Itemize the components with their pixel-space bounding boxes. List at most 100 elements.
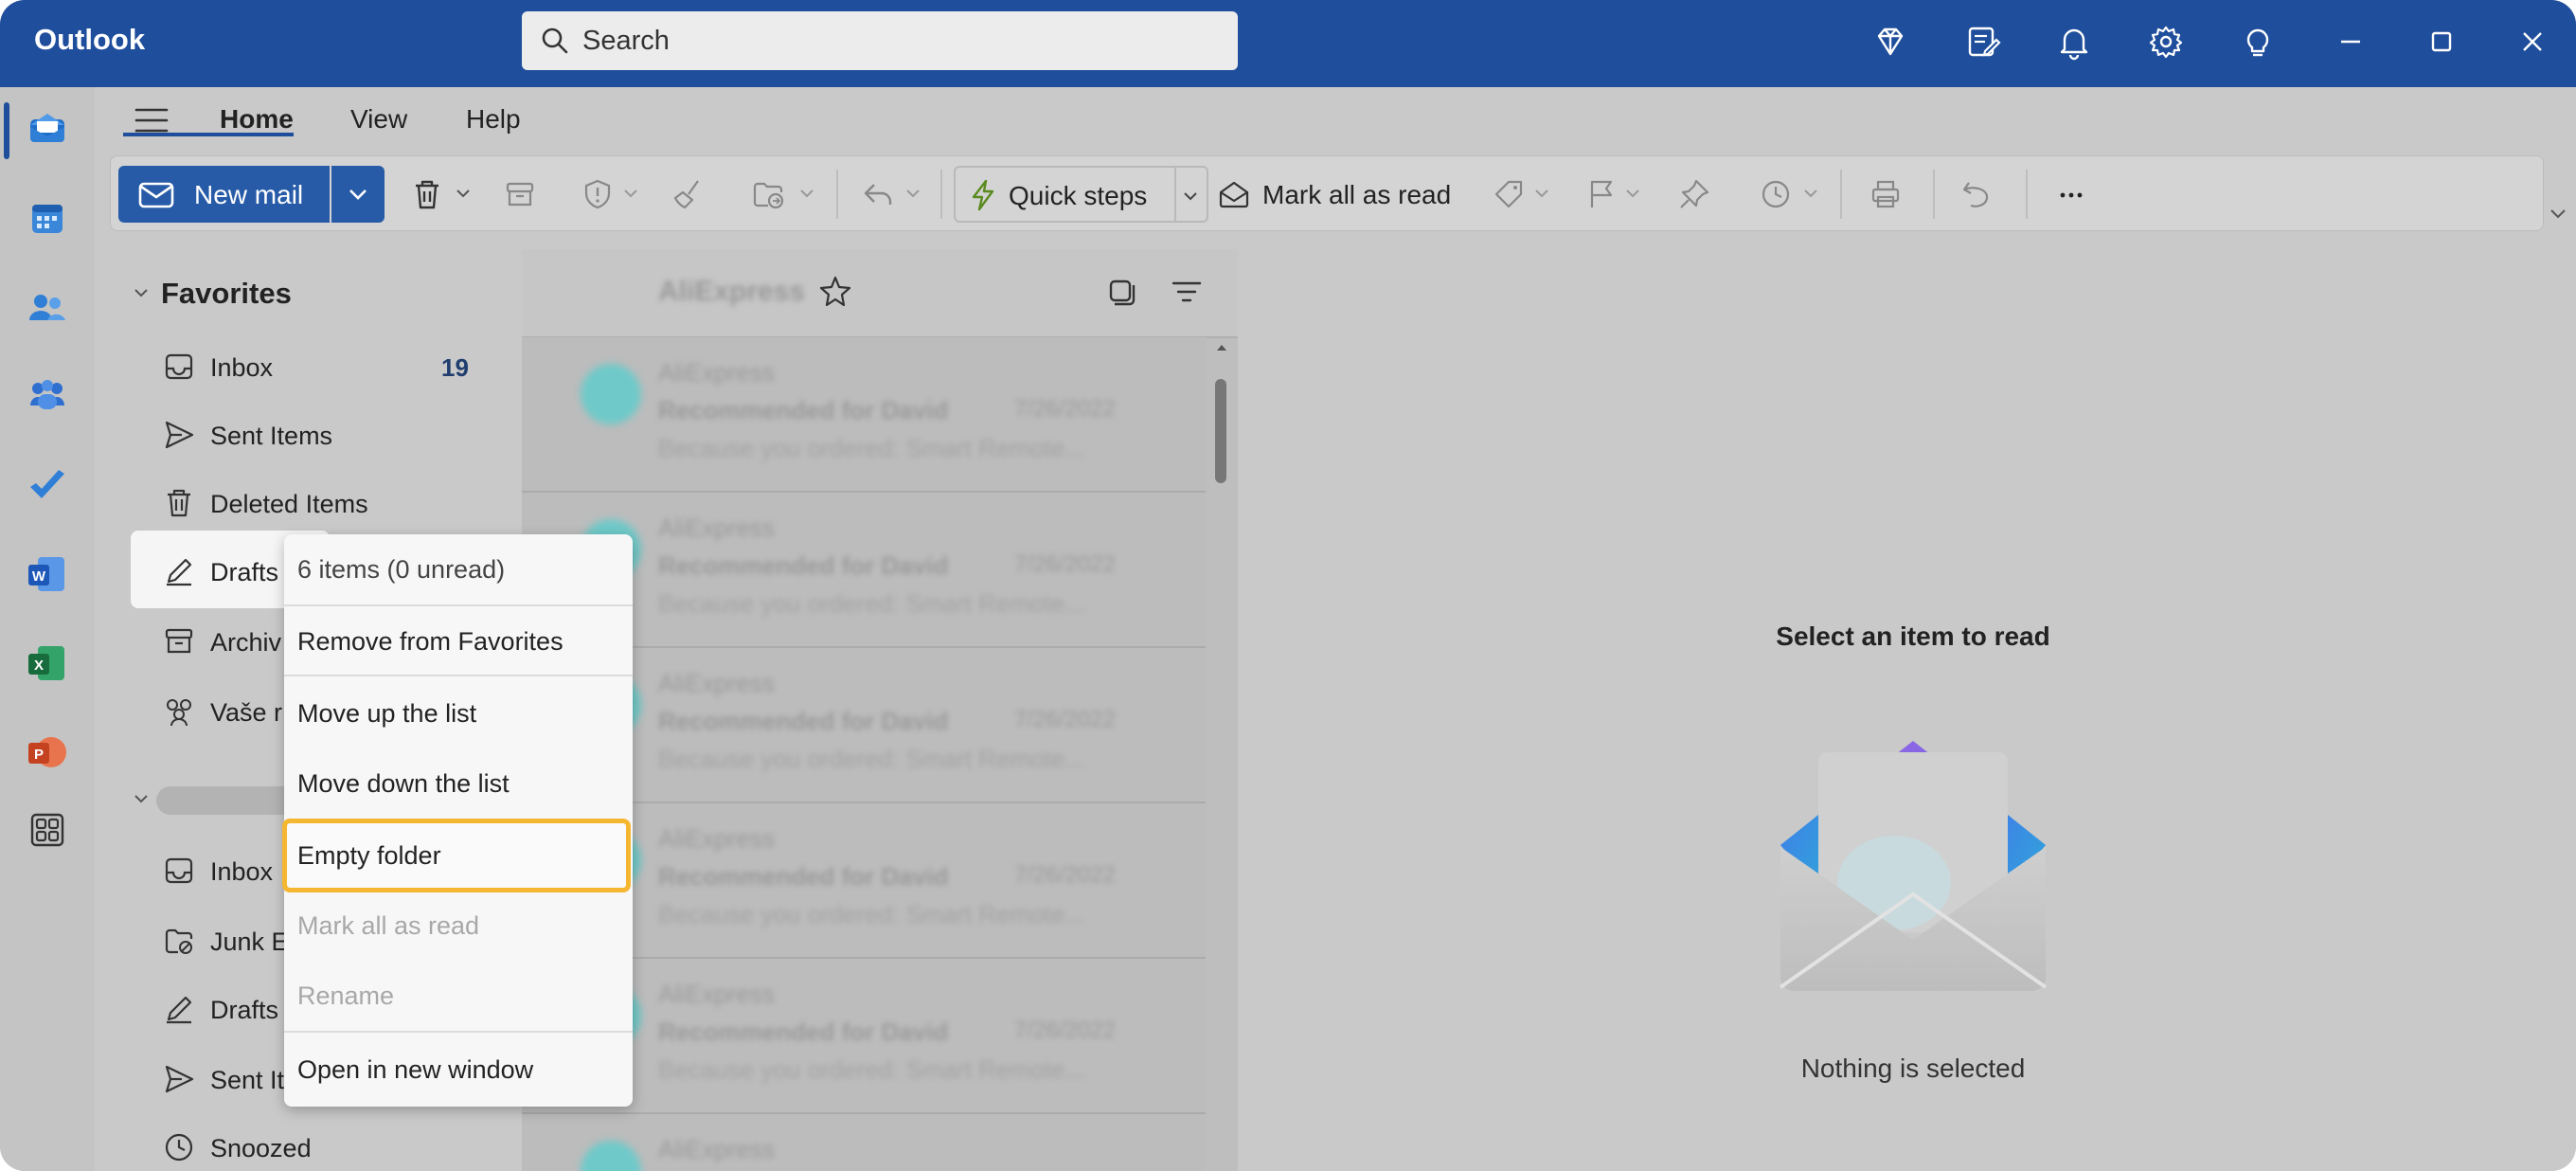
report-shield-icon[interactable] — [581, 177, 615, 211]
chevron-down-icon[interactable] — [455, 185, 472, 202]
scroll-up-icon[interactable] — [1216, 343, 1227, 352]
maximize-icon[interactable] — [2423, 23, 2460, 61]
chevron-down-icon[interactable] — [798, 185, 815, 202]
folder-label: Drafts — [210, 996, 279, 1024]
message-subject: Recommended for David — [658, 1018, 949, 1046]
tab-view[interactable]: View — [350, 104, 407, 135]
tab-home[interactable]: Home — [220, 104, 294, 135]
inbox-icon — [165, 857, 193, 884]
ribbon-separator — [2026, 170, 2028, 219]
chevron-down-icon[interactable] — [131, 282, 152, 303]
favorite-folder-drafts[interactable]: Drafts — [131, 542, 292, 599]
menu-item-remove-from-favorites[interactable]: Remove from Favorites — [297, 627, 564, 657]
delete-icon[interactable] — [410, 177, 444, 211]
ribbon-separator — [940, 170, 942, 219]
folder-label: Deleted Items — [210, 490, 368, 518]
notes-icon[interactable] — [1964, 23, 2002, 61]
favorite-folder-inbox[interactable]: Inbox 19 — [131, 337, 481, 394]
tag-icon[interactable] — [1492, 177, 1526, 211]
account-folder-junk[interactable]: Junk E — [131, 911, 292, 968]
mail-icon[interactable] — [25, 106, 70, 152]
todo-icon[interactable] — [25, 462, 70, 508]
flag-icon[interactable] — [1584, 177, 1619, 211]
account-folder-snoozed[interactable]: Snoozed — [131, 1118, 415, 1171]
message-item[interactable]: AliExpress — [522, 1114, 1206, 1171]
menu-item-move-up[interactable]: Move up the list — [297, 699, 476, 729]
undo-icon[interactable] — [1959, 177, 1994, 211]
new-mail-dropdown[interactable] — [331, 166, 385, 223]
title-bar: Outlook Search — [0, 0, 2576, 87]
message-date: 7/26/2022 — [1014, 1018, 1116, 1043]
archive-icon[interactable] — [503, 177, 537, 211]
message-sender: AliExpress — [658, 358, 775, 387]
account-folder-sent[interactable]: Sent It — [131, 1050, 292, 1107]
minimize-icon[interactable] — [2332, 23, 2370, 61]
excel-icon[interactable]: X — [25, 640, 70, 686]
close-icon[interactable] — [2513, 23, 2551, 61]
select-mode-icon[interactable] — [1105, 276, 1137, 308]
pin-icon[interactable] — [1677, 177, 1711, 211]
chevron-down-icon[interactable] — [1624, 185, 1641, 202]
filter-icon[interactable] — [1170, 276, 1204, 308]
search-input[interactable]: Search — [522, 11, 1238, 70]
hamburger-icon[interactable] — [133, 104, 170, 136]
scrollbar-thumb[interactable] — [1215, 379, 1226, 483]
new-mail-button[interactable]: New mail — [118, 166, 330, 223]
message-subject: Recommended for David — [658, 396, 949, 424]
menu-item-empty-folder[interactable]: Empty folder — [297, 841, 441, 871]
app-title: Outlook — [34, 23, 146, 56]
unread-count-badge: 19 — [441, 353, 469, 382]
chevron-down-icon[interactable] — [1802, 185, 1819, 202]
favorite-folder-group[interactable]: Vaše r — [131, 682, 292, 739]
favorite-folder-archive[interactable]: Archiv — [131, 612, 292, 669]
chevron-down-icon[interactable] — [904, 185, 921, 202]
apps-icon[interactable] — [25, 807, 70, 853]
menu-item-move-down[interactable]: Move down the list — [297, 769, 510, 799]
lightning-icon — [972, 179, 994, 211]
mark-read-icon[interactable] — [1217, 177, 1251, 211]
message-sender: AliExpress — [658, 1135, 775, 1163]
account-folder-inbox[interactable]: Inbox — [131, 841, 292, 898]
print-icon[interactable] — [1869, 177, 1903, 211]
message-preview: Because you ordered: Smart Remote... — [658, 589, 1085, 618]
star-icon[interactable] — [817, 274, 853, 310]
gear-icon[interactable] — [2147, 23, 2185, 61]
sweep-icon[interactable] — [671, 177, 706, 211]
folder-context-menu: 6 items (0 unread) Remove from Favorites… — [282, 534, 633, 1107]
ribbon-toolbar: New mail Quick steps Mark all as read — [110, 155, 2544, 231]
powerpoint-icon[interactable]: P — [25, 730, 70, 775]
chevron-down-icon[interactable] — [1533, 185, 1550, 202]
calendar-icon[interactable] — [25, 195, 70, 241]
diamond-icon[interactable] — [1871, 23, 1909, 61]
folder-label: Junk E — [210, 928, 289, 956]
bell-icon[interactable] — [2055, 23, 2093, 61]
teams-icon[interactable] — [25, 373, 70, 419]
people-icon[interactable] — [25, 284, 70, 330]
reply-icon[interactable] — [861, 177, 895, 211]
drafts-pencil-icon — [167, 558, 192, 586]
menu-item-open-new-window[interactable]: Open in new window — [297, 1055, 533, 1085]
ribbon-separator — [1933, 170, 1935, 219]
more-options-icon[interactable] — [2054, 177, 2088, 211]
word-icon[interactable]: W — [25, 551, 70, 597]
search-placeholder: Search — [582, 26, 670, 56]
outlook-window: Outlook Search W X P Home View Help New … — [0, 0, 2576, 1171]
group-icon — [167, 699, 191, 727]
message-item[interactable]: AliExpress Recommended for David 7/26/20… — [522, 337, 1206, 493]
quick-steps-dropdown[interactable] — [1174, 166, 1208, 223]
nav-tabs: Home View Help — [95, 87, 2576, 153]
tab-help[interactable]: Help — [466, 104, 521, 135]
chevron-down-icon[interactable] — [131, 788, 152, 809]
move-to-folder-icon[interactable] — [751, 177, 785, 211]
ribbon-expand-icon[interactable] — [2548, 203, 2568, 224]
mark-all-read-label[interactable]: Mark all as read — [1262, 180, 1451, 210]
favorite-folder-sent-items[interactable]: Sent Items — [131, 405, 481, 462]
favorite-folder-deleted-items[interactable]: Deleted Items — [131, 474, 481, 531]
chevron-down-icon[interactable] — [622, 185, 639, 202]
favorites-header[interactable]: Favorites — [161, 277, 292, 311]
lightbulb-icon[interactable] — [2239, 23, 2277, 61]
account-folder-drafts[interactable]: Drafts — [131, 980, 292, 1036]
snooze-clock-icon[interactable] — [1759, 177, 1793, 211]
junk-folder-icon — [165, 928, 193, 954]
quick-steps-button[interactable]: Quick steps — [954, 166, 1176, 223]
